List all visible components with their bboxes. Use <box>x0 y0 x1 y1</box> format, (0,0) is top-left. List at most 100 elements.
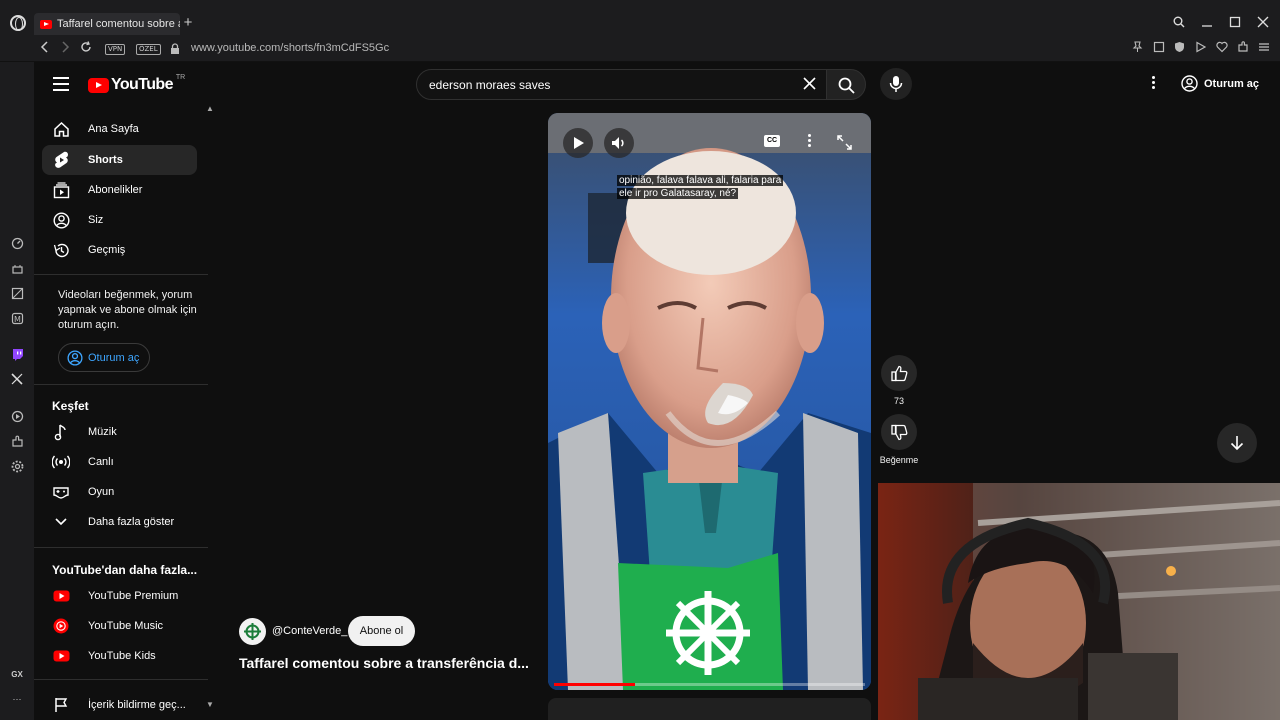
gx-corner-icon[interactable] <box>10 287 24 301</box>
forward-icon[interactable] <box>57 41 73 57</box>
webcam-overlay <box>878 483 1280 720</box>
svg-text:M: M <box>14 315 21 324</box>
lock-icon[interactable] <box>170 42 180 54</box>
sidebar-item-you[interactable]: Siz <box>42 205 197 235</box>
sidebar-item-history[interactable]: Geçmiş <box>42 235 197 265</box>
guide-menu-icon[interactable] <box>53 77 69 91</box>
thumbs-up-icon <box>890 365 907 381</box>
more-icon[interactable]: ··· <box>10 692 24 706</box>
opera-sidebar: M GX ··· <box>0 62 34 720</box>
pin-icon[interactable] <box>1131 41 1144 56</box>
signin-button[interactable]: Oturum aç <box>1181 75 1259 92</box>
sidebar-item-youtube-music[interactable]: YouTube Music <box>42 611 197 641</box>
webcam-image <box>878 483 1280 720</box>
x-twitter-icon[interactable] <box>10 373 24 387</box>
opera-logo-icon[interactable] <box>10 15 26 31</box>
dislike-button[interactable] <box>881 414 917 450</box>
signin-prompt: Videoları beğenmek, yorum yapmak ve abon… <box>58 289 197 331</box>
gx-label[interactable]: GX <box>10 668 24 682</box>
mute-button[interactable] <box>604 128 634 158</box>
youtube-play-icon <box>88 77 109 93</box>
sidebar-label: Geçmiş <box>88 244 126 256</box>
sidebar-scroll-up-icon[interactable]: ▲ <box>206 104 214 113</box>
subscriptions-icon <box>52 181 70 199</box>
speed-dial-icon[interactable] <box>10 237 24 251</box>
channel-avatar[interactable] <box>239 618 266 645</box>
youtube-kids-icon <box>52 647 70 665</box>
twitch-icon[interactable] <box>10 348 24 362</box>
fullscreen-icon[interactable] <box>837 135 852 150</box>
reload-icon[interactable] <box>78 41 94 57</box>
search-tabs-icon[interactable] <box>1172 16 1186 31</box>
play-button[interactable] <box>563 128 593 158</box>
search-input[interactable]: ederson moraes saves <box>416 69 827 100</box>
sidebar-item-subscriptions[interactable]: Abonelikler <box>42 175 197 205</box>
subscribe-button[interactable]: Abone ol <box>348 616 415 646</box>
sidebar-scroll-down-icon[interactable]: ▼ <box>206 700 214 709</box>
sidebar-item-home[interactable]: Ana Sayfa <box>42 114 197 144</box>
search-button[interactable] <box>826 69 866 100</box>
music-player-icon[interactable] <box>10 410 24 424</box>
sidebar-item-gaming[interactable]: Oyun <box>42 477 197 507</box>
sidebar-item-youtube-kids[interactable]: YouTube Kids <box>42 641 197 671</box>
next-short-preview[interactable] <box>548 698 871 720</box>
shield-icon[interactable] <box>1173 41 1186 56</box>
heart-icon[interactable] <box>1215 41 1228 56</box>
sidebar-divider <box>34 274 208 275</box>
sidebar-item-youtube-premium[interactable]: YouTube Premium <box>42 581 197 611</box>
settings-gear-icon[interactable] <box>10 460 24 474</box>
channel-name[interactable]: @ConteVerde_ <box>272 625 347 637</box>
browser-tab[interactable]: Taffarel comentou sobre a <box>34 13 180 35</box>
microphone-icon <box>889 76 903 92</box>
more-from-youtube-title: YouTube'dan daha fazla... <box>52 563 198 577</box>
next-short-button[interactable] <box>1217 423 1257 463</box>
close-window-icon[interactable] <box>1256 16 1270 31</box>
minimize-icon[interactable] <box>1200 16 1214 31</box>
sidebar-item-live[interactable]: Canlı <box>42 447 197 477</box>
youtube-logo[interactable]: YouTube TR <box>88 74 185 94</box>
back-icon[interactable] <box>37 41 53 57</box>
youtube-premium-icon <box>52 587 70 605</box>
maximize-icon[interactable] <box>1228 16 1242 31</box>
private-badge: ÖZEL <box>136 44 161 55</box>
settings-kebab-icon[interactable] <box>1150 76 1156 92</box>
voice-search-button[interactable] <box>880 68 912 100</box>
new-tab-button[interactable]: + <box>181 15 195 31</box>
sidebar-label: Shorts <box>88 154 123 166</box>
easy-setup-icon[interactable] <box>1257 41 1270 56</box>
captions-button[interactable]: CC <box>764 135 780 147</box>
sidebar-label: YouTube Music <box>88 620 164 632</box>
sidebar-label: Ana Sayfa <box>88 123 139 135</box>
messenger-icon[interactable]: M <box>10 312 24 326</box>
caption-line: opinião, falava falava ali, falaria para <box>617 175 784 186</box>
sidebar-item-report-history[interactable]: İçerik bildirme geç... <box>42 690 197 720</box>
sidebar-item-music[interactable]: Müzik <box>42 417 197 447</box>
flag-icon <box>52 696 70 714</box>
sidebar-label: Daha fazla göster <box>88 516 175 528</box>
vpn-badge[interactable]: VPN <box>105 44 126 55</box>
video-caption: opinião, falava falava ali, falaria para… <box>617 174 801 200</box>
extensions-side-icon[interactable] <box>10 435 24 449</box>
sidebar-show-more[interactable]: Daha fazla göster <box>42 507 197 537</box>
extensions-icon[interactable] <box>1236 41 1249 56</box>
caption-line: ele ir pro Galatasaray, né? <box>617 188 739 199</box>
sidebar-label: Siz <box>88 214 104 226</box>
clear-search-icon[interactable] <box>803 76 816 93</box>
player-icon[interactable] <box>1194 41 1207 56</box>
video-progress-bar[interactable] <box>554 683 865 686</box>
sidebar-signin-button[interactable]: Oturum aç <box>58 343 151 372</box>
snapshot-icon[interactable] <box>1152 41 1165 56</box>
sidebar-signin-label: Oturum aç <box>88 351 140 364</box>
search-query[interactable]: ederson moraes saves <box>429 78 550 92</box>
progress-fill <box>554 683 635 686</box>
short-title[interactable]: Taffarel comentou sobre a transferência … <box>239 655 529 671</box>
guide-sidebar: Ana Sayfa Shorts Abonelikler Siz Geçmiş … <box>34 102 216 720</box>
sidebar-item-shorts[interactable]: Shorts <box>42 145 197 175</box>
shorts-video-player[interactable]: CC opinião, falava falava ali, falaria p… <box>548 113 871 690</box>
gx-control-icon[interactable] <box>10 263 24 277</box>
volume-icon <box>612 137 624 149</box>
thumbs-down-icon <box>890 424 907 440</box>
video-more-icon[interactable] <box>807 134 812 149</box>
url-field[interactable]: www.youtube.com/shorts/fn3mCdFS5Gc <box>191 42 389 54</box>
like-button[interactable] <box>881 355 917 391</box>
